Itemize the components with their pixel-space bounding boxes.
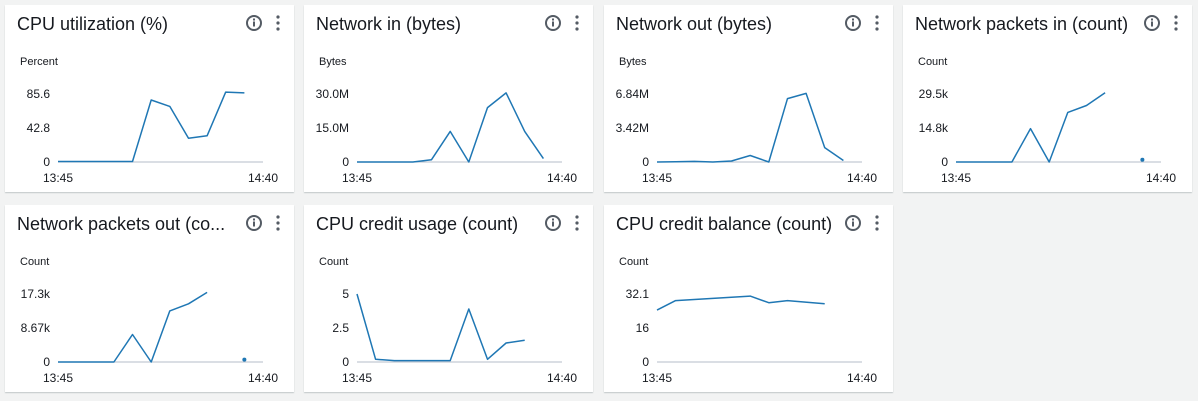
line-chart: 0 8.67k 17.3k 13:45 14:40	[21, 287, 279, 385]
y-tick-label: 6.84M	[616, 87, 649, 101]
more-vertical-icon[interactable]	[1169, 14, 1183, 32]
widget-network-packets-in[interactable]: Network packets in (count) Count 0 14.8k 2…	[903, 5, 1192, 192]
y-tick-label: 17.3k	[21, 287, 51, 301]
y-tick-label: 5	[342, 287, 349, 301]
line-chart: 0 3.42M 6.84M 13:45 14:40	[616, 87, 878, 185]
line-chart: 0 16 32.1 13:45 14:40	[626, 287, 878, 385]
widget-cpu-credit-usage[interactable]: CPU credit usage (count) Count 0 2.5 5 13:4…	[304, 205, 593, 392]
y-tick-label: 0	[43, 355, 50, 369]
widget-title: Network packets out (co...	[17, 214, 226, 234]
x-tick-label: 14:40	[547, 171, 577, 185]
y-tick-label: 0	[941, 155, 948, 169]
info-icon[interactable]	[245, 14, 263, 32]
line-chart: 0 14.8k 29.5k 13:45 14:40	[919, 87, 1177, 185]
widget-cpu-utilization[interactable]: CPU utilization (%) Percent 0 42.8 85.6 13:…	[5, 5, 294, 192]
y-tick-label: 15.0M	[316, 121, 349, 135]
series-line	[656, 92, 844, 163]
x-tick-label: 13:45	[642, 371, 672, 385]
x-tick-label: 13:45	[342, 171, 372, 185]
widget-network-packets-out[interactable]: Network packets out (co... Count 0 8.67k 1…	[5, 205, 294, 392]
widget-title: CPU credit usage (count)	[316, 214, 519, 234]
x-tick-label: 13:45	[342, 371, 372, 385]
series-line	[356, 293, 525, 362]
widget-title: CPU utilization (%)	[17, 14, 169, 34]
data-point	[242, 357, 247, 362]
data-point	[1140, 157, 1145, 162]
y-tick-label: 3.42M	[616, 121, 649, 135]
info-icon[interactable]	[544, 14, 562, 32]
y-tick-label: 85.6	[27, 87, 51, 101]
series-line	[58, 291, 208, 363]
y-tick-label: 0	[642, 155, 649, 169]
x-tick-label: 13:45	[43, 171, 73, 185]
widget-title: Network out (bytes)	[616, 14, 773, 34]
y-tick-label: 30.0M	[316, 87, 349, 101]
y-tick-label: 0	[43, 155, 50, 169]
x-tick-label: 14:40	[847, 171, 877, 185]
x-tick-label: 13:45	[642, 171, 672, 185]
more-vertical-icon[interactable]	[271, 14, 285, 32]
series-line	[58, 91, 245, 163]
widget-network-in[interactable]: Network in (bytes) Bytes 0 15.0M 30.0M 13:4…	[304, 5, 593, 192]
series-line	[956, 92, 1106, 163]
x-tick-label: 13:45	[941, 171, 971, 185]
more-vertical-icon[interactable]	[870, 14, 884, 32]
y-tick-label: 0	[342, 355, 349, 369]
y-tick-label: 16	[636, 321, 650, 335]
info-icon[interactable]	[544, 214, 562, 232]
more-vertical-icon[interactable]	[271, 214, 285, 232]
info-icon[interactable]	[245, 214, 263, 232]
y-tick-label: 8.67k	[21, 321, 51, 335]
widget-title: Network in (bytes)	[316, 14, 462, 34]
info-icon[interactable]	[844, 14, 862, 32]
more-vertical-icon[interactable]	[870, 214, 884, 232]
y-tick-label: 0	[342, 155, 349, 169]
info-icon[interactable]	[844, 214, 862, 232]
more-vertical-icon[interactable]	[570, 14, 584, 32]
widget-network-out[interactable]: Network out (bytes) Bytes 0 3.42M 6.84M 13:…	[604, 5, 893, 192]
line-chart: 0 15.0M 30.0M 13:45 14:40	[316, 87, 578, 185]
y-tick-label: 0	[642, 355, 649, 369]
x-tick-label: 14:40	[1146, 171, 1176, 185]
x-tick-label: 14:40	[248, 171, 278, 185]
x-tick-label: 14:40	[547, 371, 577, 385]
x-tick-label: 14:40	[248, 371, 278, 385]
line-chart: 0 42.8 85.6 13:45 14:40	[27, 87, 279, 185]
y-tick-label: 42.8	[27, 121, 51, 135]
y-tick-label: 2.5	[332, 321, 349, 335]
y-tick-label: 32.1	[626, 287, 650, 301]
dashboard-grid: CPU utilization (%) Percent 0 42.8 85.6 13:…	[5, 5, 1195, 395]
widget-title: Network packets in (count)	[915, 14, 1129, 34]
y-tick-label: 14.8k	[919, 121, 949, 135]
series-line	[656, 295, 825, 311]
x-tick-label: 14:40	[847, 371, 877, 385]
x-tick-label: 13:45	[43, 371, 73, 385]
widget-cpu-credit-balance[interactable]: CPU credit balance (count) Count 0 16 32.1…	[604, 205, 893, 392]
info-icon[interactable]	[1143, 14, 1161, 32]
y-tick-label: 29.5k	[919, 87, 949, 101]
widget-title: CPU credit balance (count)	[616, 214, 833, 234]
more-vertical-icon[interactable]	[570, 214, 584, 232]
line-chart: 0 2.5 5 13:45 14:40	[332, 287, 577, 385]
series-line	[357, 92, 545, 163]
